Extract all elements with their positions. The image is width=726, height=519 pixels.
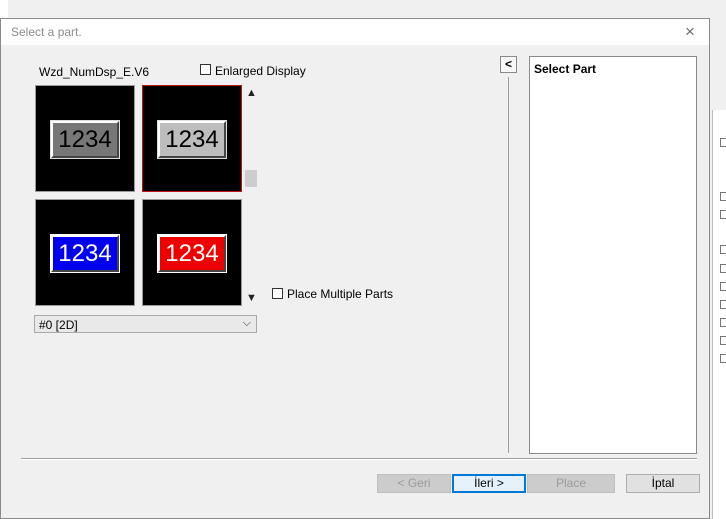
numeric-display-preview: 1234	[157, 120, 227, 159]
background-checkbox-icon	[720, 282, 726, 291]
part-tile-gray[interactable]: 1234	[35, 85, 135, 192]
horizontal-divider-highlight	[21, 459, 697, 460]
scrollbar-thumb[interactable]	[245, 170, 257, 187]
enlarged-display-label: Enlarged Display	[215, 64, 306, 78]
chevron-down-icon: ⌵	[242, 317, 251, 329]
back-button[interactable]: < Geri	[377, 474, 451, 493]
dialog-titlebar: Select a part. ×	[1, 19, 709, 45]
collapse-panel-button[interactable]: <	[500, 56, 517, 73]
background-checkbox-icon	[720, 300, 726, 309]
place-button[interactable]: Place	[527, 474, 615, 493]
part-variant-value: #0 [2D]	[39, 318, 78, 332]
part-tile-red[interactable]: 1234	[142, 199, 242, 306]
place-multiple-checkbox[interactable]	[272, 288, 283, 299]
background-app-toolbar	[0, 0, 726, 18]
vertical-divider	[508, 77, 509, 453]
numeric-display-preview: 1234	[50, 120, 120, 159]
part-tile-light-gray[interactable]: 1234	[142, 85, 242, 192]
background-checkbox-icon	[720, 264, 726, 273]
background-checkbox-icon	[720, 138, 726, 147]
place-multiple-label: Place Multiple Parts	[287, 287, 394, 301]
background-checkbox-icon	[720, 192, 726, 201]
cancel-button[interactable]: İptal	[626, 474, 700, 493]
dialog-title: Select a part.	[11, 25, 82, 39]
background-checkbox-icon	[720, 210, 726, 219]
numeric-display-preview: 1234	[50, 234, 120, 273]
select-part-panel: Select Part	[529, 56, 697, 454]
numeric-display-preview: 1234	[157, 234, 227, 273]
scroll-up-icon[interactable]: ▲	[246, 87, 257, 99]
select-part-dialog: Select a part. × Wzd_NumDsp_E.V6 Enlarge…	[0, 18, 710, 519]
background-checkbox-icon	[720, 245, 726, 254]
background-checkbox-icon	[720, 336, 726, 345]
part-name-label: Wzd_NumDsp_E.V6	[39, 65, 150, 79]
background-app-right-panel	[712, 110, 726, 519]
background-checkbox-icon	[720, 318, 726, 327]
close-icon[interactable]: ×	[685, 22, 695, 42]
select-part-title: Select Part	[534, 62, 597, 76]
part-variant-select[interactable]: #0 [2D] ⌵	[34, 315, 257, 333]
scroll-down-icon[interactable]: ▼	[246, 292, 257, 304]
enlarged-display-checkbox[interactable]	[200, 64, 211, 75]
background-checkbox-icon	[720, 354, 726, 363]
part-tile-blue[interactable]: 1234	[35, 199, 135, 306]
next-button[interactable]: İleri >	[452, 474, 526, 493]
